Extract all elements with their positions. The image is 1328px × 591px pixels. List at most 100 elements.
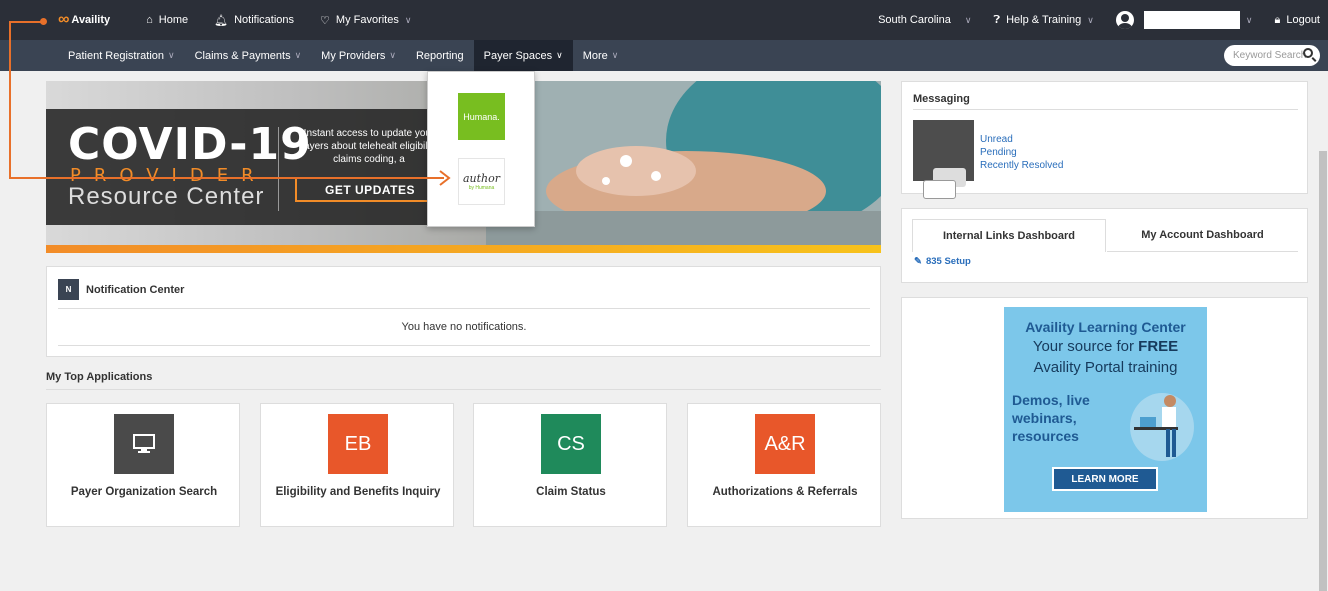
unread-link[interactable]: Unread [980, 133, 1063, 146]
home-link[interactable]: ⌂ Home [146, 14, 188, 26]
banner-overlay: COVID-19 PROVIDER Resource Center Instan… [46, 109, 446, 225]
user-menu[interactable]: ∨ [1115, 11, 1253, 29]
humana-payer-tile[interactable]: Humana. [458, 93, 505, 140]
hand-washing-image [486, 81, 881, 245]
pending-link[interactable]: Pending [980, 146, 1063, 159]
availity-logo[interactable]: ∞ Availity [58, 11, 110, 29]
home-icon: ⌂ [146, 14, 153, 26]
learning-center-ad[interactable]: Availity Learning Center Your source for… [1004, 307, 1207, 512]
annotation-line [9, 21, 43, 23]
learning-title: Availity Learning Center [1025, 319, 1186, 335]
chevron-down-icon: ∨ [556, 50, 563, 60]
keyword-search-input[interactable]: Keyword Search [1224, 45, 1320, 66]
app-card-payer-org-search[interactable]: Payer Organization Search [46, 403, 240, 527]
chevron-down-icon: ∨ [964, 14, 972, 25]
nav-reporting[interactable]: Reporting [406, 40, 474, 71]
search-placeholder: Keyword Search [1233, 50, 1307, 61]
divider [46, 389, 881, 390]
user-avatar-icon [1115, 11, 1134, 29]
chevron-down-icon: ∨ [1245, 14, 1253, 25]
nav-label: More [582, 49, 608, 62]
chevron-down-icon: ∨ [611, 50, 619, 60]
edit-icon: ✎ [914, 256, 922, 267]
help-label: Help & Training [1006, 14, 1082, 26]
app-label: Claim Status [536, 486, 606, 498]
chat-bubbles-icon [913, 120, 974, 199]
banner-divider [278, 127, 279, 211]
835-setup-label: 835 Setup [925, 256, 971, 267]
nav-label: Reporting [415, 49, 464, 62]
chevron-down-icon: ∨ [294, 50, 302, 60]
app-label: Eligibility and Benefits Inquiry [275, 486, 441, 498]
app-card-claim-status[interactable]: CS Claim Status [473, 403, 667, 527]
favorites-menu[interactable]: ♡ My Favorites ∨ [320, 14, 411, 27]
divider [913, 109, 1298, 110]
learning-demo-text: Demos, live webinars, resources [1012, 392, 1090, 444]
nav-payer-spaces[interactable]: Payer Spaces ∨ [473, 40, 573, 71]
region-label: South Carolina [878, 14, 951, 26]
banner-stripe [46, 245, 881, 253]
bell-icon: 🔔︎ [214, 14, 229, 27]
top-right-nav: South Carolina ∨ ❓︎ Help & Training ∨ ∨ … [878, 0, 1328, 40]
payer-spaces-dropdown: Humana. author by Humana [427, 71, 535, 227]
nav-label: Patient Registration [68, 49, 164, 62]
author-logo-subtext: by Humana [468, 185, 495, 191]
annotation-line [9, 177, 444, 179]
page-scrollbar[interactable] [1317, 71, 1328, 591]
notifications-link[interactable]: 🔔︎ Notifications [214, 14, 294, 27]
chevron-down-icon: ∨ [1087, 14, 1094, 25]
nav-label: Payer Spaces [483, 49, 553, 62]
chevron-down-icon: ∨ [389, 50, 396, 60]
dashboard-panel: Internal Links Dashboard My Account Dash… [901, 208, 1308, 283]
learning-free-text: FREE [1138, 338, 1179, 355]
person-at-desk-illustration [1130, 393, 1194, 461]
835-setup-link[interactable]: ✎ 835 Setup [914, 256, 971, 267]
nav-my-providers[interactable]: My Providers ∨ [311, 40, 406, 71]
recently-resolved-link[interactable]: Recently Resolved [980, 159, 1063, 172]
help-icon: ❓︎ [993, 13, 1001, 26]
nav-label: Claims & Payments [194, 49, 291, 62]
app-card-authorizations[interactable]: A&R Authorizations & Referrals [687, 403, 881, 527]
top-apps-title: My Top Applications [46, 371, 153, 383]
notification-badge: N [58, 279, 79, 300]
tab-internal-links[interactable]: Internal Links Dashboard [912, 219, 1106, 252]
learning-sub-text: Your source for [1032, 338, 1139, 355]
nav-claims-payments[interactable]: Claims & Payments ∨ [185, 40, 312, 71]
scrollbar-thumb[interactable] [1319, 151, 1327, 591]
author-payer-tile[interactable]: author by Humana [458, 158, 505, 205]
app-label: Authorizations & Referrals [712, 486, 858, 498]
top-nav: ∞ Availity ⌂ Home 🔔︎ Notifications ♡ My … [0, 11, 437, 29]
search-icon[interactable] [1303, 48, 1313, 58]
notification-empty-message: You have no notifications. [58, 316, 870, 346]
eb-icon: EB [328, 414, 388, 474]
notification-header: N Notification Center [58, 279, 184, 300]
tab-my-account[interactable]: My Account Dashboard [1107, 219, 1298, 252]
nav-patient-registration[interactable]: Patient Registration ∨ [58, 40, 185, 71]
get-updates-button[interactable]: GET UPDATES [295, 177, 445, 202]
humana-logo-text: Humana. [463, 111, 500, 122]
help-menu[interactable]: ❓︎ Help & Training ∨ [993, 14, 1093, 27]
learning-subtitle-2: Availity Portal training [1033, 359, 1178, 376]
main-nav: Patient Registration ∨ Claims & Payments ∨… [0, 40, 1328, 71]
annotation-line [9, 21, 11, 178]
region-select[interactable]: South Carolina ∨ [878, 14, 971, 26]
banner-resource: Resource Center [68, 183, 265, 210]
annotation-arrow-icon [439, 170, 451, 186]
brand-name: Availity [71, 14, 111, 26]
logout-link[interactable]: 🔒︎ Logout [1274, 14, 1320, 27]
learn-more-button[interactable]: LEARN MORE [1052, 467, 1158, 491]
nav-more[interactable]: More ∨ [573, 40, 629, 71]
app-label: Payer Organization Search [70, 486, 218, 498]
lock-icon: 🔒︎ [1274, 13, 1281, 26]
heart-icon: ♡ [320, 14, 330, 27]
home-label: Home [158, 14, 189, 26]
cs-icon: CS [541, 414, 601, 474]
user-name-redacted [1143, 11, 1240, 29]
messaging-links: Unread Pending Recently Resolved [980, 133, 1063, 172]
main-nav-items: Patient Registration ∨ Claims & Payments ∨… [58, 40, 628, 71]
app-card-eligibility[interactable]: EB Eligibility and Benefits Inquiry [260, 403, 454, 527]
learning-center-panel: Availity Learning Center Your source for… [901, 297, 1308, 519]
favorites-label: My Favorites [335, 14, 399, 26]
chevron-down-icon: ∨ [404, 14, 412, 25]
top-bar: ∞ Availity ⌂ Home 🔔︎ Notifications ♡ My … [0, 0, 1328, 40]
